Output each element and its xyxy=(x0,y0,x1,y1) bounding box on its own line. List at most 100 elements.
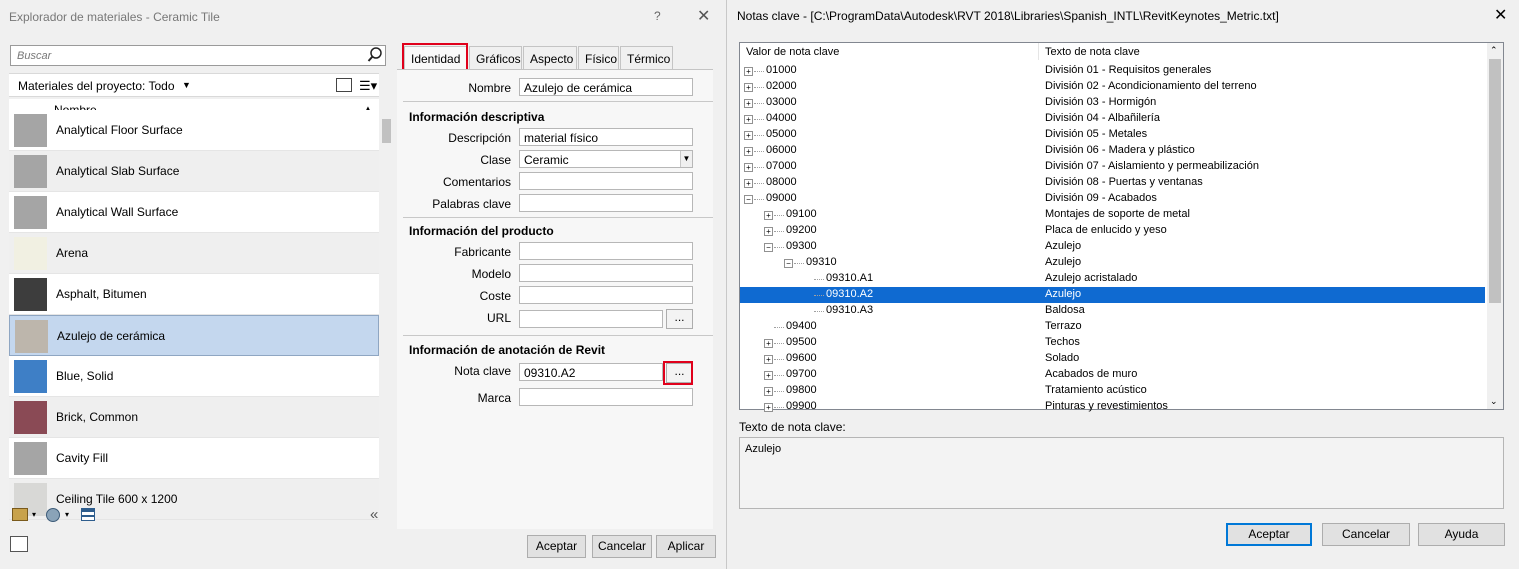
tree-row[interactable]: +09600 Solado xyxy=(740,351,1485,367)
expand-icon[interactable]: + xyxy=(744,179,753,188)
expand-icon[interactable]: + xyxy=(744,163,753,172)
tree-row[interactable]: +09900 Pinturas y revestimientos xyxy=(740,399,1485,415)
dropdown-arrow-icon[interactable]: ▼ xyxy=(182,80,191,90)
text-scrollbar[interactable] xyxy=(1488,438,1503,508)
url-field[interactable] xyxy=(519,310,663,328)
apply-button[interactable]: Aplicar xyxy=(656,535,716,558)
material-editor-icon[interactable] xyxy=(10,536,28,552)
help-button[interactable]: Ayuda xyxy=(1418,523,1505,546)
expand-icon[interactable]: + xyxy=(764,211,773,220)
expand-icon[interactable]: + xyxy=(764,227,773,236)
tab-termico[interactable]: Térmico xyxy=(620,46,673,69)
tree-row[interactable]: +09100 Montajes de soporte de metal xyxy=(740,207,1485,223)
expand-icon[interactable]: + xyxy=(764,403,773,412)
collapse-library-icon[interactable]: « xyxy=(370,506,378,523)
dropdown-arrow-icon[interactable]: ▾ xyxy=(32,510,36,519)
tree-scrollbar-thumb[interactable] xyxy=(1489,59,1501,303)
tree-row[interactable]: 09310.A2 Azulejo xyxy=(740,287,1485,303)
section-annotation: Información de anotación de Revit xyxy=(409,343,606,357)
list-scrollbar-thumb[interactable] xyxy=(382,119,391,143)
list-item[interactable]: Analytical Wall Surface xyxy=(9,192,379,233)
tree-row[interactable]: − 09000 División 09 - Acabados xyxy=(740,191,1485,207)
search-input[interactable] xyxy=(10,45,386,66)
dropdown-arrow-icon[interactable]: ▾ xyxy=(65,510,69,519)
column-header-text[interactable]: Texto de nota clave xyxy=(1045,46,1140,58)
class-label: Clase xyxy=(480,153,511,167)
expand-icon[interactable]: + xyxy=(744,67,753,76)
list-item[interactable]: Brick, Common xyxy=(9,397,379,438)
tree-row[interactable]: +05000 División 05 - Metales xyxy=(740,127,1485,143)
expand-icon[interactable]: + xyxy=(744,99,753,108)
tree-row[interactable]: +09500 Techos xyxy=(740,335,1485,351)
list-item[interactable]: Analytical Floor Surface xyxy=(9,110,379,151)
list-item[interactable]: Analytical Slab Surface xyxy=(9,151,379,192)
manufacturer-field[interactable] xyxy=(519,242,693,260)
model-field[interactable] xyxy=(519,264,693,282)
close-button[interactable]: ✕ xyxy=(697,6,710,26)
tab-fisico[interactable]: Físico xyxy=(578,46,619,69)
class-select[interactable]: Ceramic xyxy=(519,150,693,168)
help-button[interactable]: ? xyxy=(654,9,661,23)
expand-icon[interactable]: + xyxy=(744,131,753,140)
list-scrollbar[interactable] xyxy=(380,99,393,504)
tree-row[interactable]: +02000 División 02 - Acondicionamiento de… xyxy=(740,79,1485,95)
accept-button[interactable]: Aceptar xyxy=(527,535,586,558)
keynote-text-box[interactable] xyxy=(739,437,1504,509)
view-toggle-icon[interactable] xyxy=(336,78,352,92)
accept-button[interactable]: Aceptar xyxy=(1226,523,1312,546)
scroll-up-icon[interactable]: ⌃ xyxy=(1490,45,1498,56)
tab-aspecto[interactable]: Aspecto xyxy=(523,46,577,69)
keynote-value: 09800 xyxy=(786,384,817,396)
name-field[interactable]: Azulejo de cerámica xyxy=(519,78,693,96)
tree-row[interactable]: 09310.A3 Baldosa xyxy=(740,303,1485,319)
collapse-icon[interactable]: − xyxy=(744,195,753,204)
scroll-down-icon[interactable]: ⌄ xyxy=(1490,396,1498,407)
tree-row[interactable]: +07000 División 07 - Aislamiento y permea… xyxy=(740,159,1485,175)
tree-row[interactable]: +03000 División 03 - Hormigón xyxy=(740,95,1485,111)
expand-icon[interactable]: + xyxy=(764,339,773,348)
comments-field[interactable] xyxy=(519,172,693,190)
collapse-icon[interactable]: − xyxy=(764,243,773,252)
cancel-button[interactable]: Cancelar xyxy=(1322,523,1410,546)
list-options-icon[interactable]: ☰▾ xyxy=(359,78,377,94)
cancel-button[interactable]: Cancelar xyxy=(592,535,652,558)
expand-icon[interactable]: + xyxy=(744,115,753,124)
keynote-field[interactable]: 09310.A2 xyxy=(519,363,663,381)
collapse-icon[interactable]: − xyxy=(784,259,793,268)
mark-field[interactable] xyxy=(519,388,693,406)
list-item[interactable]: Asphalt, Bitumen xyxy=(9,274,379,315)
expand-icon[interactable]: + xyxy=(744,83,753,92)
url-browse-button[interactable]: ... xyxy=(666,309,693,329)
close-button[interactable]: ✕ xyxy=(1494,5,1507,25)
expand-icon[interactable]: + xyxy=(764,355,773,364)
list-item[interactable]: Arena xyxy=(9,233,379,274)
expand-icon[interactable]: + xyxy=(764,387,773,396)
expand-icon[interactable]: + xyxy=(744,147,753,156)
open-library-icon[interactable] xyxy=(12,508,28,521)
tree-row[interactable]: +09200 Placa de enlucido y yeso xyxy=(740,223,1485,239)
tree-row[interactable]: − 09300 Azulejo xyxy=(740,239,1485,255)
tree-row[interactable]: +09800 Tratamiento acústico xyxy=(740,383,1485,399)
description-field[interactable]: material físico xyxy=(519,128,693,146)
tree-row[interactable]: 09400 Terrazo xyxy=(740,319,1485,335)
tree-row[interactable]: 09310.A1 Azulejo acristalado xyxy=(740,271,1485,287)
chevron-down-icon[interactable]: ▼ xyxy=(680,151,692,167)
expand-icon[interactable]: + xyxy=(764,371,773,380)
tree-row[interactable]: +06000 División 06 - Madera y plástico xyxy=(740,143,1485,159)
cost-field[interactable] xyxy=(519,286,693,304)
search-icon[interactable] xyxy=(367,46,383,64)
tree-row[interactable]: − 09310 Azulejo xyxy=(740,255,1485,271)
library-filter-label[interactable]: Materiales del proyecto: Todo xyxy=(18,79,175,93)
column-header-value[interactable]: Valor de nota clave xyxy=(746,46,839,58)
list-item[interactable]: Cavity Fill xyxy=(9,438,379,479)
list-item[interactable]: Blue, Solid xyxy=(9,356,379,397)
list-item[interactable]: Azulejo de cerámica xyxy=(9,315,379,356)
tree-row[interactable]: +08000 División 08 - Puertas y ventanas xyxy=(740,175,1485,191)
tree-row[interactable]: +09700 Acabados de muro xyxy=(740,367,1485,383)
tab-graficos[interactable]: Gráficos xyxy=(469,46,522,69)
asset-browser-icon[interactable] xyxy=(81,508,95,521)
tree-row[interactable]: +01000 División 01 - Requisitos generales xyxy=(740,63,1485,79)
create-material-icon[interactable] xyxy=(46,508,60,522)
keywords-field[interactable] xyxy=(519,194,693,212)
tree-row[interactable]: +04000 División 04 - Albañilería xyxy=(740,111,1485,127)
